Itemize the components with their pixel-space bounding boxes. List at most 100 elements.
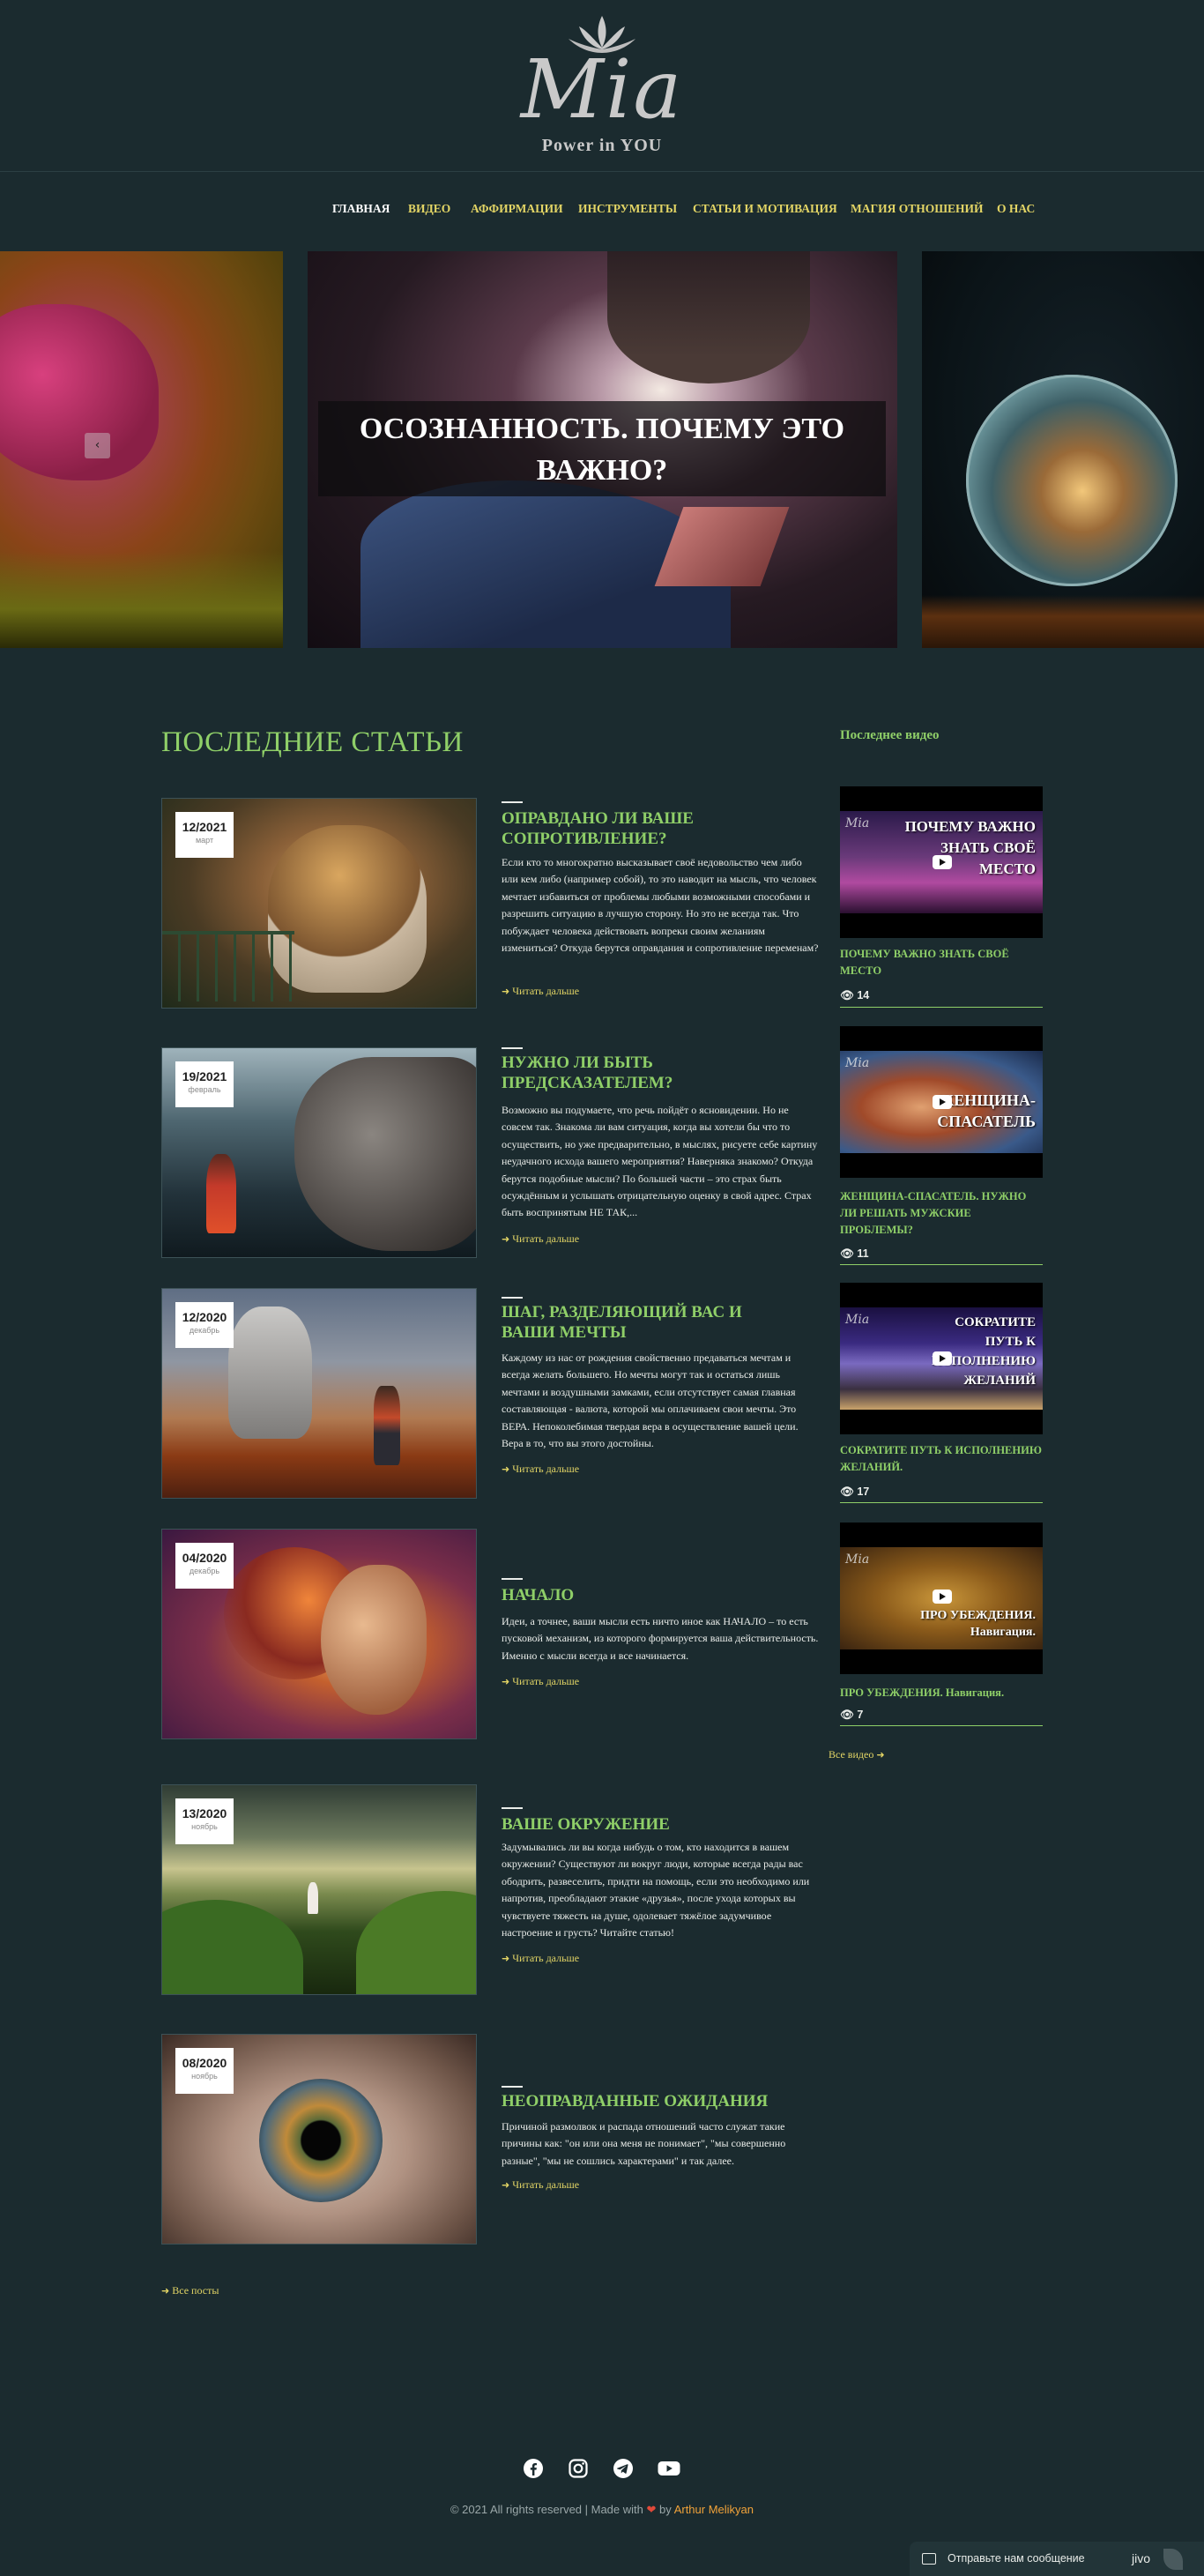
slide-image-next[interactable] [922,251,1204,648]
date-badge: 04/2020 декабрь [175,1543,234,1589]
mia-watermark: Mia [845,1552,870,1567]
article-title[interactable]: НЕОПРАВДАННЫЕ ОЖИДАНИЯ [502,2091,784,2111]
play-icon [933,1351,952,1366]
date-month: декабрь [189,1326,220,1335]
date-day: 04/2020 [182,1551,227,1565]
read-more-link[interactable]: ➜ Читать дальше [502,1952,579,1965]
title-divider [502,2086,523,2088]
all-videos-link[interactable]: Все видео ➜ [829,1748,888,1761]
video-views: 👁 14 [840,989,870,1001]
main-nav: ГЛАВНАЯ ВИДЕО АФФИРМАЦИИ ИНСТРУМЕНТЫ СТА… [0,202,1204,220]
sidebar-title: Последнее видео [840,728,940,742]
date-badge: 13/2020 ноябрь [175,1798,234,1844]
nav-item-articles[interactable]: СТАТЬИ И МОТИВАЦИЯ [693,202,837,216]
arrow-right-icon: ➜ [502,1463,510,1475]
logo-tagline: Power in YOU [541,136,663,155]
date-month: ноябрь [191,1822,218,1831]
read-more-link[interactable]: ➜ Читать дальше [502,1675,579,1688]
article-excerpt: Если кто то многократно высказывает своё… [502,856,819,955]
article-image[interactable]: 12/2020 декабрь [161,1288,477,1499]
mia-watermark: Mia [845,816,870,830]
play-icon [933,1095,952,1109]
nav-item-affirmations[interactable]: АФФИРМАЦИИ [471,202,563,216]
site-header: Mia Power in YOU [0,0,1204,172]
video-caption[interactable]: ЖЕНЩИНА-СПАСАТЕЛЬ. НУЖНО ЛИ РЕШАТЬ МУЖСК… [840,1188,1043,1239]
nav-item-relationships[interactable]: МАГИЯ ОТНОШЕНИЙ [851,202,984,216]
video-thumbnail[interactable]: Mia ПРО УБЕЖДЕНИЯ. Навигация. [840,1523,1043,1674]
facebook-icon[interactable] [523,2458,544,2479]
nav-item-tools[interactable]: ИНСТРУМЕНТЫ [578,202,677,216]
date-month: март [195,836,214,845]
message-icon [922,2553,936,2565]
read-more-link[interactable]: ➜ Читать дальше [502,1232,579,1246]
video-thumb-text: ПРО УБЕЖДЕНИЯ. Навигация. [920,1609,1036,1639]
video-divider [840,1007,1043,1008]
logo-script: Mia [520,42,684,137]
video-caption[interactable]: СОКРАТИТЕ ПУТЬ К ИСПОЛНЕНИЮ ЖЕЛАНИЙ. [840,1442,1043,1476]
jivo-leaf-icon [1163,2549,1183,2570]
chevron-left-icon: ‹ [94,438,100,452]
article-excerpt: Идеи, а точнее, ваши мысли есть ничто ин… [502,1615,819,1662]
arrow-right-icon: ➜ [161,2285,170,2297]
youtube-icon[interactable] [658,2458,680,2479]
video-thumbnail[interactable]: Mia ЖЕНЩИНА-СПАСАТЕЛЬ [840,1026,1043,1178]
video-thumbnail[interactable]: Mia СОКРАТИТЕ ПУТЬ К ИСПОЛНЕНИЮ ЖЕЛАНИЙ [840,1283,1043,1434]
title-divider [502,1047,523,1049]
video-views: 👁 7 [840,1709,864,1721]
article-image[interactable]: 08/2020 ноябрь [161,2034,477,2245]
article-title[interactable]: ВАШЕ ОКРУЖЕНИЕ [502,1814,784,1835]
copyright-text: © 2021 All rights reserved | Made with ❤… [450,2503,754,2516]
article-image[interactable]: 13/2020 ноябрь [161,1784,477,1995]
eye-icon: 👁 [840,1709,854,1721]
article-title[interactable]: НАЧАЛО [502,1585,784,1605]
date-day: 12/2020 [182,1310,227,1324]
chat-widget[interactable]: Отправьте нам сообщение jivo [910,2542,1204,2576]
nav-item-about[interactable]: О НАС [997,202,1035,216]
arrow-right-icon: ➜ [502,986,510,997]
site-logo[interactable]: Mia Power in YOU [514,12,690,162]
read-more-link[interactable]: ➜ Читать дальше [502,1463,579,1476]
video-views: 👁 17 [840,1485,870,1498]
read-more-link[interactable]: ➜ Читать дальше [502,2178,579,2192]
date-day: 12/2021 [182,820,227,834]
article-title[interactable]: ОПРАВДАНО ЛИ ВАШЕ СОПРОТИВЛЕНИЕ? [502,808,784,849]
nav-item-home[interactable]: ГЛАВНАЯ [332,202,390,216]
article-image[interactable]: 12/2021 март [161,798,477,1009]
video-caption[interactable]: ПОЧЕМУ ВАЖНО ЗНАТЬ СВОЁ МЕСТО [840,946,1043,979]
article-title[interactable]: НУЖНО ЛИ БЫТЬ ПРЕДСКАЗАТЕЛЕМ? [502,1053,784,1093]
instagram-icon[interactable] [568,2458,589,2479]
date-badge: 12/2020 декабрь [175,1302,234,1348]
telegram-icon[interactable] [613,2458,634,2479]
mia-watermark: Mia [845,1313,870,1327]
read-more-link[interactable]: ➜ Читать дальше [502,985,579,998]
video-views: 👁 11 [840,1247,869,1260]
article-excerpt: Задумывались ли вы когда нибудь о том, к… [502,1841,810,1939]
article-excerpt: Причиной размолвок и распада отношений ч… [502,2120,786,2167]
video-caption[interactable]: ПРО УБЕЖДЕНИЯ. Навигация. [840,1685,1043,1701]
all-posts-link[interactable]: ➜ Все посты [161,2284,219,2297]
eye-icon: 👁 [840,989,854,1001]
arrow-right-icon: ➜ [502,1953,510,1964]
section-title-articles: ПОСЛЕДНИЕ СТАТЬИ [161,726,464,758]
chat-brand: jivo [1132,2551,1151,2565]
arrow-right-icon: ➜ [502,1676,510,1687]
date-day: 08/2020 [182,2056,227,2070]
video-thumb-text: ПОЧЕМУ ВАЖНО ЗНАТЬ СВОЁ МЕСТО [904,818,1036,877]
nav-item-video[interactable]: ВИДЕО [408,202,450,216]
slide-caption[interactable]: ОСОЗНАННОСТЬ. ПОЧЕМУ ЭТО ВАЖНО? [318,401,886,496]
arrow-right-icon: ➜ [502,2179,510,2191]
date-month: ноябрь [191,2072,218,2081]
author-link[interactable]: Arthur Melikyan [674,2503,754,2516]
date-badge: 12/2021 март [175,812,234,858]
article-image[interactable]: 04/2020 декабрь [161,1529,477,1739]
play-icon [933,1590,952,1604]
heart-icon: ❤ [646,2503,657,2516]
slide-image-prev[interactable] [0,251,283,648]
article-title[interactable]: ШАГ, РАЗДЕЛЯЮЩИЙ ВАС И ВАШИ МЕЧТЫ [502,1302,784,1343]
article-excerpt: Возможно вы подумаете, что речь пойдёт о… [502,1104,818,1219]
article-excerpt: Каждому из нас от рождения свойственно п… [502,1351,799,1450]
title-divider [502,801,523,803]
article-image[interactable]: 19/2021 февраль [161,1047,477,1258]
slider-prev-button[interactable]: ‹ [85,433,110,458]
video-thumbnail[interactable]: Mia ПОЧЕМУ ВАЖНО ЗНАТЬ СВОЁ МЕСТО [840,786,1043,938]
